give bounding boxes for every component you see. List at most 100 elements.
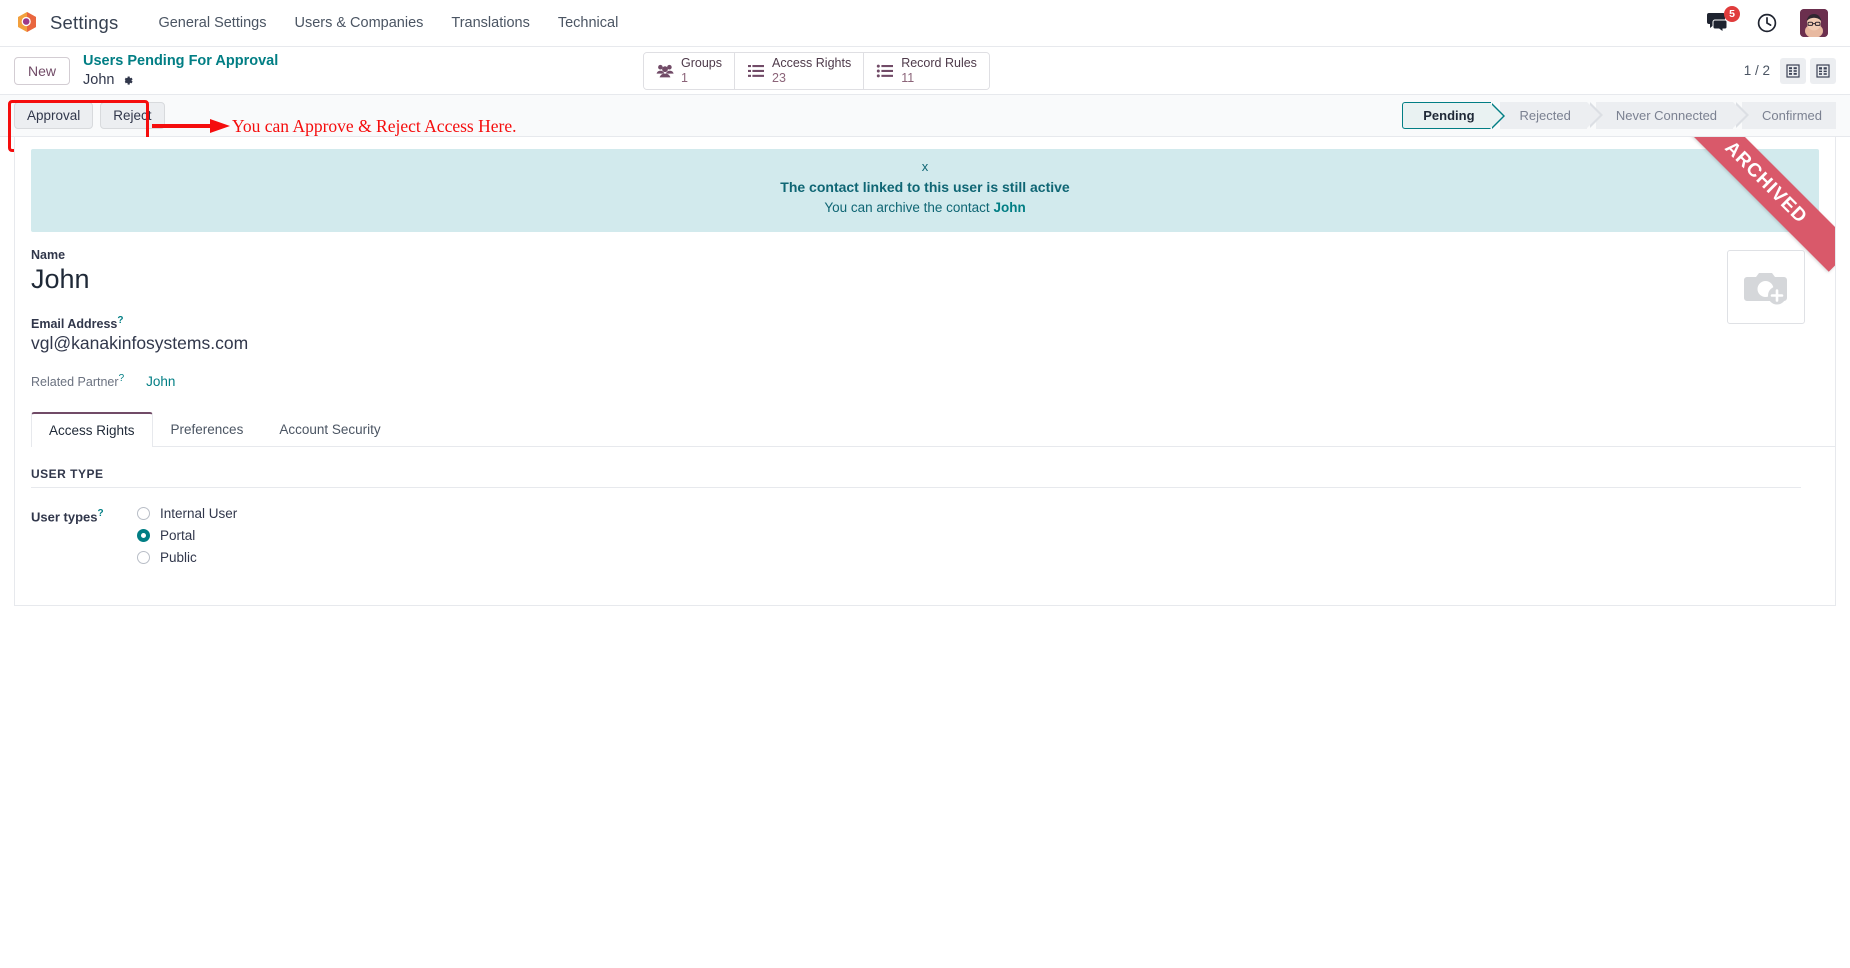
odoo-settings-window: Settings General Settings Users & Compan… [0, 0, 1850, 968]
pager[interactable]: 1 / 2 [1744, 63, 1770, 78]
form-fields-column: Name John Email Address? vgl@kanakinfosy… [31, 248, 1699, 389]
form-sheet: ARCHIVED x The contact linked to this us… [14, 137, 1836, 607]
kanban-view-button[interactable] [1810, 57, 1836, 84]
stat-button-groups-text: Groups 1 [681, 56, 722, 85]
workflow-buttons: Approval Reject [14, 102, 165, 129]
clock-glyph [1757, 13, 1777, 33]
user-image-upload[interactable] [1727, 250, 1805, 325]
stat-value: 23 [772, 70, 786, 85]
related-partner-label: Related Partner? [31, 373, 124, 389]
approval-button[interactable]: Approval [14, 102, 94, 129]
menu-item-general-settings[interactable]: General Settings [144, 9, 280, 37]
radio-label: Public [160, 550, 197, 566]
users-group-icon [656, 63, 674, 79]
camera-add-icon [1744, 273, 1787, 305]
stat-button-access-rights-text: Access Rights 23 [772, 56, 851, 85]
user-type-group-title: USER TYPE [31, 467, 1801, 489]
control-panel: New Users Pending For Approval John Grou… [0, 47, 1850, 95]
radio-option-internal-user[interactable]: Internal User [137, 506, 237, 521]
related-partner-label-text: Related Partner [31, 375, 119, 390]
stat-buttons-group: Groups 1 Access Rights 23 Record Rules 1… [643, 51, 990, 90]
radio-circle-selected-icon [137, 529, 150, 543]
stat-value: 11 [901, 70, 915, 85]
stat-button-record-rules-text: Record Rules 11 [901, 56, 977, 85]
alert-contact-link[interactable]: John [993, 200, 1025, 215]
stat-label: Groups [681, 56, 722, 71]
alert-subtitle: You can archive the contact John [61, 198, 1789, 218]
email-label-text: Email Address [31, 317, 118, 332]
avatar-image [1800, 9, 1828, 37]
messages-icon[interactable]: 5 [1706, 6, 1740, 35]
help-tooltip-icon[interactable]: ? [119, 373, 125, 384]
radio-option-portal[interactable]: Portal [137, 528, 237, 543]
messages-badge: 5 [1724, 6, 1740, 22]
contact-active-alert: x The contact linked to this user is sti… [31, 149, 1819, 233]
help-tooltip-icon[interactable]: ? [97, 508, 103, 519]
user-types-label: User types? [31, 506, 115, 524]
name-field-value[interactable]: John [31, 263, 1699, 299]
navbar-right-tools: 5 [1706, 6, 1836, 37]
gear-icon[interactable] [121, 73, 134, 86]
radio-circle-icon [137, 507, 150, 521]
odoo-logo-icon[interactable] [14, 10, 40, 36]
stat-value: 1 [681, 70, 688, 85]
list-dot-icon [876, 63, 894, 79]
breadcrumb-root-link[interactable]: Users Pending For Approval [83, 52, 278, 70]
user-types-label-text: User types [31, 509, 98, 525]
related-partner-row: Related Partner? John [31, 373, 1699, 389]
reject-button[interactable]: Reject [100, 102, 165, 129]
form-action-bar: Approval Reject You can Approve & Reject… [0, 95, 1850, 152]
radio-circle-icon [137, 551, 150, 565]
close-icon[interactable]: x [918, 159, 932, 174]
list-glyph [748, 64, 764, 77]
list-view-icon [1786, 63, 1800, 78]
control-panel-right: 1 / 2 [1744, 57, 1836, 84]
alert-subtitle-text: You can archive the contact [824, 200, 994, 215]
clock-icon[interactable] [1756, 12, 1778, 34]
radio-label: Internal User [160, 506, 238, 522]
help-tooltip-icon[interactable]: ? [117, 315, 123, 326]
main-menu: General Settings Users & Companies Trans… [144, 9, 632, 37]
gear-glyph [125, 76, 134, 85]
top-navbar: Settings General Settings Users & Compan… [0, 0, 1850, 47]
form-notebook-tabs: Access Rights Preferences Account Securi… [31, 411, 1835, 448]
stat-button-access-rights[interactable]: Access Rights 23 [735, 52, 865, 89]
stat-label: Access Rights [772, 56, 852, 71]
breadcrumb-record-name: John [83, 71, 115, 88]
tab-account-security[interactable]: Account Security [261, 412, 398, 447]
control-panel-left: New Users Pending For Approval John [14, 52, 278, 88]
menu-item-translations[interactable]: Translations [437, 9, 543, 37]
menu-item-users-companies[interactable]: Users & Companies [280, 9, 437, 37]
breadcrumb: Users Pending For Approval John [83, 52, 278, 88]
form-area: ARCHIVED x The contact linked to this us… [0, 137, 1850, 607]
status-item-confirmed[interactable]: Confirmed [1742, 102, 1836, 129]
kanban-view-icon [1816, 63, 1830, 78]
user-types-options: Internal User Portal Public [137, 506, 237, 565]
status-item-never-connected[interactable]: Never Connected [1595, 102, 1750, 129]
status-item-pending[interactable]: Pending [1402, 102, 1505, 129]
alert-title: The contact linked to this user is still… [780, 179, 1070, 195]
list-dot-glyph [877, 64, 894, 77]
user-image-column [1719, 248, 1819, 389]
users-group-glyph [656, 64, 674, 77]
access-rights-tab-content: USER TYPE User types? Internal User Port… [15, 447, 1835, 605]
stat-button-record-rules[interactable]: Record Rules 11 [864, 52, 989, 89]
radio-option-public[interactable]: Public [137, 550, 237, 565]
menu-item-technical[interactable]: Technical [544, 9, 632, 37]
related-partner-value-link[interactable]: John [146, 374, 175, 389]
tab-access-rights[interactable]: Access Rights [31, 412, 153, 448]
annotation-text: You can Approve & Reject Access Here. [232, 116, 517, 136]
stat-button-groups[interactable]: Groups 1 [644, 52, 735, 89]
email-field-value[interactable]: vgl@kanakinfosystems.com [31, 332, 1699, 355]
avatar[interactable] [1800, 9, 1828, 37]
list-view-button[interactable] [1780, 57, 1806, 84]
sheet-body: Name John Email Address? vgl@kanakinfosy… [15, 232, 1835, 389]
stat-label: Record Rules [901, 56, 977, 71]
new-record-button[interactable]: New [14, 56, 71, 85]
name-field-label: Name [31, 248, 66, 263]
app-title: Settings [50, 12, 119, 33]
email-field-label: Email Address? [31, 315, 1699, 331]
status-item-rejected[interactable]: Rejected [1499, 102, 1604, 129]
tab-preferences[interactable]: Preferences [153, 412, 262, 447]
user-types-field: User types? Internal User Portal Public [31, 506, 1819, 565]
